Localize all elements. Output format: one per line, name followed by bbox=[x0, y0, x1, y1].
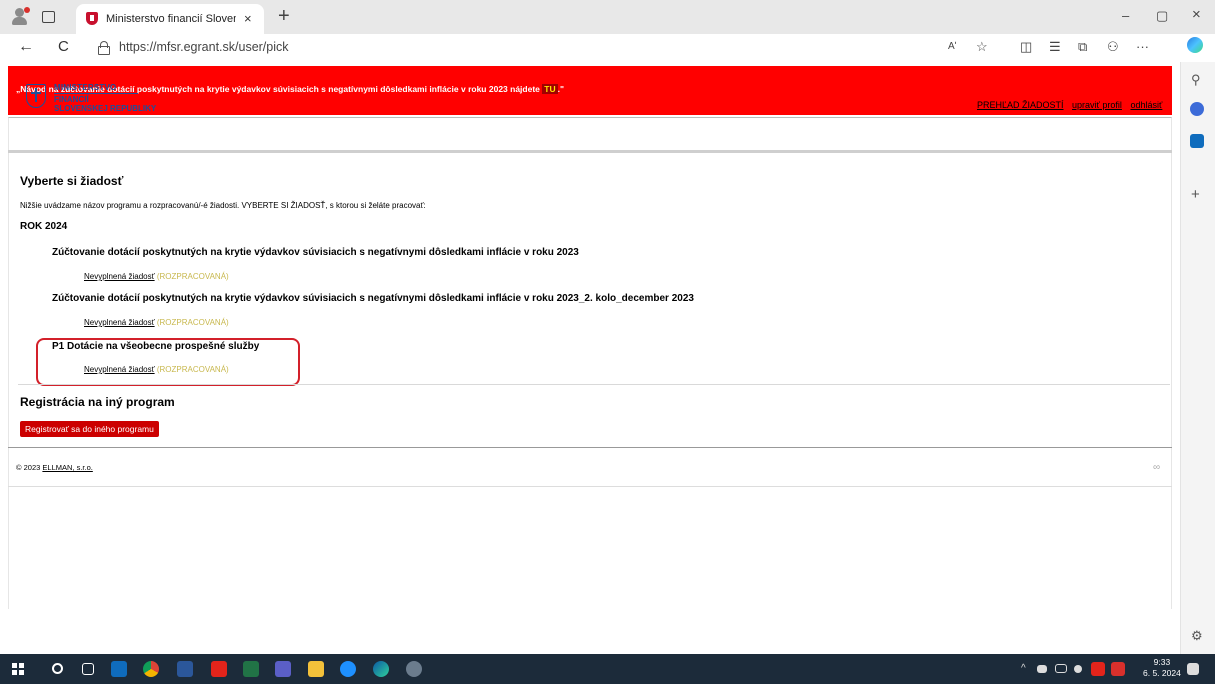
tab-close-icon[interactable]: × bbox=[244, 11, 252, 26]
edge-sidebar: ⚲ + ⚙ bbox=[1180, 62, 1215, 654]
status-badge[interactable]: (ROZPRACOVANÁ) bbox=[157, 318, 229, 327]
application-link[interactable]: Nevyplnená žiadosť bbox=[84, 365, 155, 374]
task-view-icon[interactable] bbox=[82, 663, 94, 675]
section-separator bbox=[18, 384, 1170, 385]
site-favicon-icon bbox=[86, 12, 98, 25]
explorer-icon[interactable] bbox=[308, 661, 324, 677]
battery-icon[interactable] bbox=[1037, 665, 1047, 673]
status-badge[interactable]: (ROZPRACOVANÁ) bbox=[157, 365, 229, 374]
ministry-logo[interactable]: MINISTERSTVO FINANCIÍ SLOVENSKEJ REPUBLI… bbox=[26, 83, 226, 124]
chain-icon[interactable]: ∞ bbox=[1153, 462, 1160, 473]
profile-icon[interactable] bbox=[10, 7, 30, 27]
header-divider bbox=[8, 150, 1172, 153]
company-link[interactable]: ELLMAN, s.r.o. bbox=[42, 463, 92, 472]
tab-actions-icon[interactable] bbox=[42, 11, 55, 23]
windows-taskbar: ^ 9:33 6. 5. 2024 bbox=[0, 654, 1215, 684]
read-aloud-icon[interactable]: Aʹ bbox=[948, 41, 957, 52]
url-text[interactable]: https://mfsr.egrant.sk/user/pick bbox=[119, 40, 289, 54]
application-link[interactable]: Nevyplnená žiadosť bbox=[84, 318, 155, 327]
address-bar: ← C https://mfsr.egrant.sk/user/pick Aʹ … bbox=[0, 34, 1215, 62]
browser-tab[interactable]: Ministerstvo financií Slovenskej r × bbox=[76, 4, 264, 34]
outlook-icon[interactable] bbox=[111, 661, 127, 677]
app-icon[interactable] bbox=[406, 661, 422, 677]
edit-profile-link[interactable]: upraviť profil bbox=[1072, 100, 1122, 110]
year-heading: ROK 2024 bbox=[20, 221, 68, 232]
add-icon[interactable]: + bbox=[1191, 186, 1200, 203]
collections-icon[interactable]: ⧉ bbox=[1078, 39, 1087, 55]
extensions-icon[interactable]: ⚇ bbox=[1107, 39, 1119, 55]
network-icon[interactable] bbox=[1055, 664, 1067, 673]
windows-start-icon[interactable] bbox=[12, 663, 24, 675]
notification-icon[interactable] bbox=[1187, 663, 1199, 675]
back-button[interactable]: ← bbox=[18, 38, 34, 56]
minimize-button[interactable]: – bbox=[1122, 8, 1129, 23]
chrome-icon[interactable] bbox=[143, 661, 159, 677]
copyright: © 2023 ELLMAN, s.r.o. bbox=[16, 463, 93, 472]
search-icon[interactable]: ⚲ bbox=[1191, 72, 1201, 88]
tray-arrow-icon[interactable]: ^ bbox=[1021, 663, 1026, 674]
reload-button[interactable]: C bbox=[58, 38, 69, 55]
gear-icon[interactable]: ⚙ bbox=[1191, 628, 1203, 644]
footer-divider bbox=[8, 447, 1172, 448]
edge-icon[interactable] bbox=[373, 661, 389, 677]
favorites-bar-icon[interactable]: ☰ bbox=[1049, 39, 1061, 55]
restore-button[interactable]: ▢ bbox=[1156, 8, 1168, 24]
intro-text: Nižšie uvádzame názov programu a rozprac… bbox=[20, 201, 426, 210]
copilot-icon[interactable] bbox=[1187, 37, 1203, 53]
register-program-button[interactable]: Registrovať sa do iného programu bbox=[20, 421, 159, 437]
volume-icon[interactable] bbox=[1074, 665, 1082, 673]
system-clock[interactable]: 9:33 6. 5. 2024 bbox=[1143, 657, 1181, 679]
program-title: Zúčtovanie dotácií poskytnutých na kryti… bbox=[52, 293, 694, 304]
games-icon[interactable] bbox=[1190, 102, 1204, 116]
status-badge[interactable]: (ROZPRACOVANÁ) bbox=[157, 272, 229, 281]
overview-link[interactable]: PREHĽAD ŽIADOSTÍ bbox=[977, 100, 1064, 110]
announcement-link[interactable]: TU bbox=[542, 84, 558, 94]
acrobat-tray-icon[interactable] bbox=[1091, 662, 1105, 676]
url-field[interactable]: https://mfsr.egrant.sk/user/pick bbox=[92, 36, 1092, 60]
registration-heading: Registrácia na iný program bbox=[20, 395, 175, 409]
acrobat-icon[interactable] bbox=[211, 661, 227, 677]
word-icon[interactable] bbox=[177, 661, 193, 677]
program-title: Zúčtovanie dotácií poskytnutých na kryti… bbox=[52, 247, 579, 258]
window-close-button[interactable]: × bbox=[1192, 6, 1201, 23]
ie-icon[interactable] bbox=[340, 661, 356, 677]
more-icon[interactable]: ··· bbox=[1136, 39, 1149, 54]
application-row: Nevyplnená žiadosť (ROZPRACOVANÁ) bbox=[84, 318, 229, 327]
program-title: P1 Dotácie na všeobecne prospešné služby bbox=[52, 341, 260, 352]
new-tab-button[interactable]: + bbox=[278, 5, 290, 28]
teams-icon[interactable] bbox=[275, 661, 291, 677]
application-row: Nevyplnená žiadosť (ROZPRACOVANÁ) bbox=[84, 365, 229, 374]
outlook-icon[interactable] bbox=[1190, 134, 1204, 148]
crest-icon bbox=[26, 84, 46, 108]
favorite-icon[interactable]: ☆ bbox=[976, 39, 988, 55]
browser-tab-bar: Ministerstvo financií Slovenskej r × + –… bbox=[0, 0, 1215, 34]
app-tray-icon[interactable] bbox=[1111, 662, 1125, 676]
application-link[interactable]: Nevyplnená žiadosť bbox=[84, 272, 155, 281]
footer-bottom-line bbox=[8, 486, 1172, 487]
top-nav: PREHĽAD ŽIADOSTÍ upraviť profil odhlásiť bbox=[977, 100, 1168, 110]
tab-title: Ministerstvo financií Slovenskej r bbox=[106, 13, 236, 25]
search-icon[interactable] bbox=[52, 663, 63, 674]
logout-link[interactable]: odhlásiť bbox=[1130, 100, 1162, 110]
lock-icon[interactable] bbox=[98, 41, 110, 55]
application-row: Nevyplnená žiadosť (ROZPRACOVANÁ) bbox=[84, 272, 229, 281]
page-title: Vyberte si žiadosť bbox=[20, 174, 124, 188]
split-screen-icon[interactable]: ◫ bbox=[1020, 39, 1032, 55]
excel-icon[interactable] bbox=[243, 661, 259, 677]
